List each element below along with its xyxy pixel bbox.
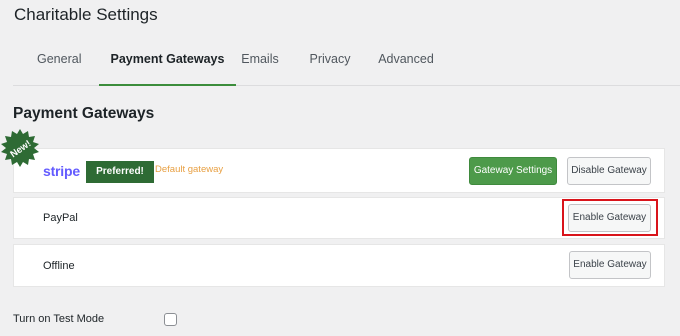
page-title: Charitable Settings (14, 5, 158, 24)
tab-advanced[interactable]: Advanced (378, 44, 434, 86)
preferred-badge: Preferred! (86, 161, 154, 183)
tab-bar: General Payment Gateways Emails Privacy … (13, 44, 680, 86)
tab-general[interactable]: General (37, 44, 81, 86)
section-title: Payment Gateways (13, 105, 155, 122)
disable-gateway-button[interactable]: Disable Gateway (567, 157, 651, 185)
tab-emails[interactable]: Emails (241, 44, 279, 86)
test-mode-label: Turn on Test Mode (13, 313, 105, 325)
enable-gateway-button-offline[interactable]: Enable Gateway (569, 251, 651, 279)
gateway-row-stripe: stripe Preferred! Default gateway Gatewa… (13, 148, 665, 193)
tab-payment-gateways[interactable]: Payment Gateways (99, 44, 236, 86)
tab-privacy[interactable]: Privacy (308, 44, 352, 86)
gateway-settings-button[interactable]: Gateway Settings (469, 157, 557, 185)
new-badge-icon: New! (1, 129, 39, 167)
test-mode-checkbox[interactable] (164, 313, 177, 326)
highlight-box (562, 199, 658, 236)
gateway-row-offline: Offline Enable Gateway (13, 244, 665, 287)
default-gateway-note: Default gateway (155, 164, 224, 175)
active-tab-underline (99, 84, 236, 86)
stripe-logo: stripe (43, 163, 80, 179)
offline-gateway-name: Offline (43, 260, 75, 272)
paypal-gateway-name: PayPal (43, 212, 78, 224)
